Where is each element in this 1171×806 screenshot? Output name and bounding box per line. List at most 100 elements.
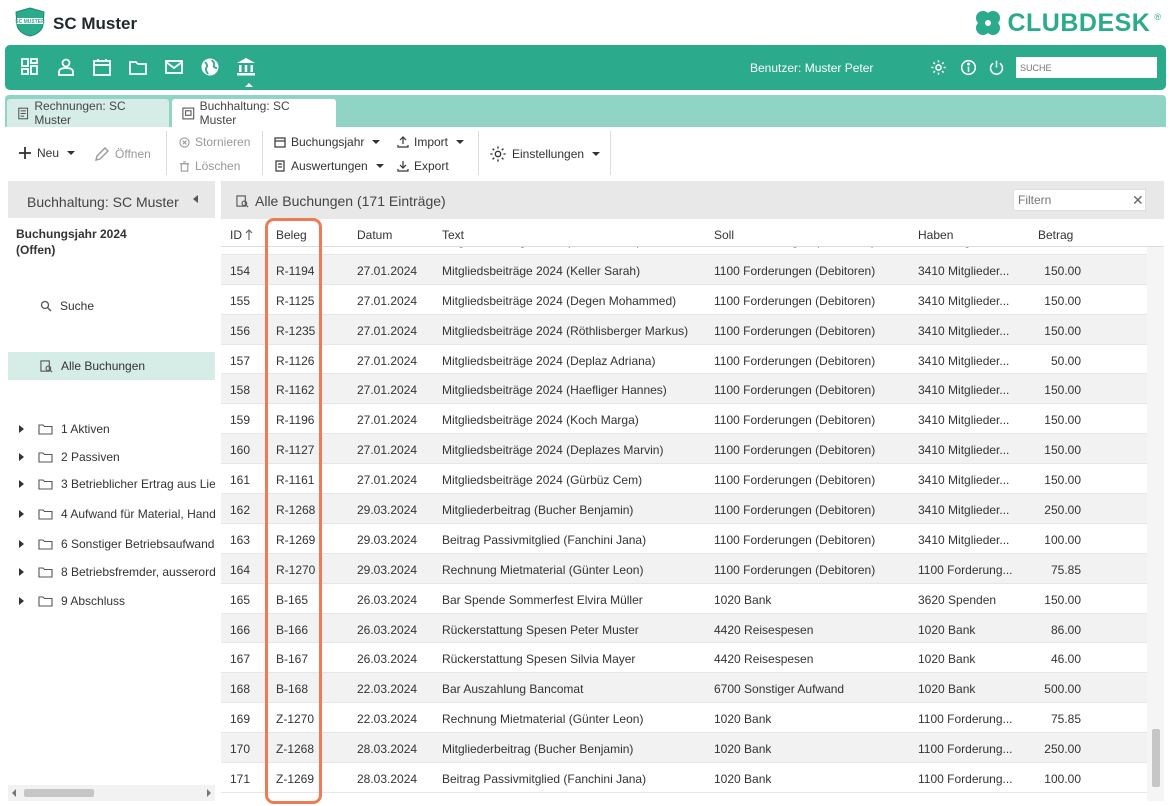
table-row[interactable]: 158 R-1162 27.01.2024 Mitgliedsbeiträge 202… [221,374,1147,405]
person-icon[interactable] [55,56,77,78]
cell-text: Mitgliedsbeiträge 2024 (Haefliger Hannes… [442,383,667,398]
export-button[interactable]: Export [397,159,449,173]
left-navigation-panel: Buchhaltung: SC Muster Buchungsjahr 2024… [8,181,215,801]
cell-haben: 3620 Spenden [918,592,997,607]
scroll-right-icon[interactable] [207,789,211,797]
trash-icon [179,160,190,172]
cell-text: Rückerstattung Spesen Peter Muster [442,622,639,637]
table-row[interactable]: 164 R-1270 29.03.2024 Rechnung Mietmaterial… [221,553,1147,584]
folder-icon[interactable] [127,56,149,78]
cell-soll: 1020 Bank [714,772,772,787]
dashboard-icon[interactable] [19,56,41,78]
cell-text: Mitgliederbeitrag (Bucher Benjamin) [442,503,634,518]
cell-haben: 1100 Forderung... [918,742,1013,757]
cell-text: Rechnung Mietmaterial (Günter Leon) [442,712,644,727]
cell-betrag: 75.85 [1050,562,1081,577]
table-row[interactable]: 160 R-1127 27.01.2024 Mitgliedsbeiträge 202… [221,434,1147,465]
gear-icon[interactable] [927,56,949,78]
sidebar-item-search[interactable]: Suche [8,292,215,320]
cell-soll: 6700 Sonstiger Aufwand [714,682,845,697]
grid-rows: 153 R-1160 27.01.2024 Mitgliedsbeiträge 202… [221,247,1147,793]
table-row[interactable]: 166 B-166 26.03.2024 Rückerstattung Spesen … [221,613,1147,644]
mail-icon[interactable] [163,56,185,78]
booking-year-button[interactable]: Buchungsjahr [274,135,381,149]
delete-button-label: Löschen [195,159,241,173]
folder-icon [38,566,53,578]
scrollbar-thumb[interactable] [24,789,94,797]
scrollbar-thumb[interactable] [1152,729,1160,787]
brand-name: CLUBDESK [1007,8,1151,37]
filter-input[interactable] [1013,189,1146,211]
column-header-id[interactable]: ID [230,228,253,242]
table-row[interactable]: 159 R-1196 27.01.2024 Mitgliedsbeiträge 202… [221,404,1147,435]
column-header-haben[interactable]: Haben [918,228,953,242]
grid-vertical-scrollbar[interactable] [1147,247,1164,801]
column-header-text[interactable]: Text [442,228,464,242]
table-row[interactable]: 168 B-168 22.03.2024 Bar Auszahlung Bancoma… [221,673,1147,704]
open-button[interactable]: Öffnen [94,146,151,162]
bank-icon[interactable] [235,56,257,78]
table-row[interactable]: 161 R-1161 27.01.2024 Mitgliedsbeiträge 202… [221,464,1147,495]
table-row[interactable]: 167 B-167 26.03.2024 Rückerstattung Spesen … [221,643,1147,674]
column-header-beleg[interactable]: Beleg [276,228,307,242]
delete-button[interactable]: Löschen [179,159,240,173]
settings-button[interactable]: Einstellungen [489,145,601,163]
left-horizontal-scrollbar[interactable] [8,785,215,801]
table-row[interactable]: 156 R-1235 27.01.2024 Mitgliedsbeiträge 202… [221,314,1147,345]
tree-item-account-group[interactable]: 2 Passiven [8,446,215,468]
cell-id: 167 [230,652,251,667]
sort-ascending-icon [245,229,253,240]
tree-item-account-group[interactable]: 9 Abschluss [8,590,215,612]
table-row[interactable]: 171 Z-1269 28.03.2024 Beitrag Passivmitglie… [221,763,1147,793]
ledger-icon [182,107,195,119]
power-icon[interactable] [985,56,1007,78]
table-row[interactable]: 165 B-165 26.03.2024 Bar Spende Sommerfest … [221,584,1147,614]
cell-beleg: R-1126 [276,353,315,368]
tab-rechnungen[interactable]: Rechnungen: SC Muster [7,99,169,127]
global-search-input[interactable] [1016,57,1157,78]
globe-icon[interactable] [199,56,221,78]
column-header-datum[interactable]: Datum [357,228,392,242]
column-header-soll[interactable]: Soll [714,228,734,242]
tree-item-account-group[interactable]: 1 Aktiven [8,418,215,440]
expand-arrow-icon[interactable] [19,425,24,433]
calendar-icon[interactable] [91,56,113,78]
scroll-left-icon[interactable] [12,789,16,797]
chevron-down-icon [456,140,465,144]
expand-arrow-icon[interactable] [19,568,24,576]
expand-arrow-icon[interactable] [19,480,24,488]
import-button[interactable]: Import [397,135,465,149]
tree-item-account-group[interactable]: 6 Sonstiger Betriebsaufwand [8,533,215,555]
table-row[interactable]: 153 R-1160 27.01.2024 Mitgliedsbeiträge 202… [221,247,1147,255]
cell-beleg: Z-1270 [276,712,315,727]
collapse-left-icon[interactable] [193,195,198,203]
table-row[interactable]: 163 R-1269 29.03.2024 Beitrag Passivmitglie… [221,524,1147,554]
clear-filter-icon[interactable]: ✕ [1132,193,1144,207]
open-button-label: Öffnen [115,147,151,161]
sidebar-item-all-bookings[interactable]: Alle Buchungen [8,352,215,380]
tab-buchhaltung[interactable]: Buchhaltung: SC Muster [172,99,336,127]
column-header-betrag[interactable]: Betrag [1038,228,1073,242]
table-row[interactable]: 169 Z-1270 22.03.2024 Rechnung Mietmaterial… [221,703,1147,734]
cancel-booking-button[interactable]: Stornieren [179,135,250,149]
new-button[interactable]: Neu [18,146,76,160]
table-row[interactable]: 157 R-1126 27.01.2024 Mitgliedsbeiträge 202… [221,345,1147,375]
table-row[interactable]: 162 R-1268 29.03.2024 Mitgliederbeitrag (Bu… [221,494,1147,524]
table-row[interactable]: 155 R-1125 27.01.2024 Mitgliedsbeiträge 202… [221,285,1147,315]
cell-haben: 1100 Forderung... [918,562,1013,577]
reports-button[interactable]: Auswertungen [274,159,384,173]
expand-arrow-icon[interactable] [19,453,24,461]
info-icon[interactable] [957,56,979,78]
tree-item-account-group[interactable]: 4 Aufwand für Material, Handelswaren [8,503,215,525]
cell-haben: 1100 Forderung... [918,772,1013,787]
tree-item-account-group[interactable]: 8 Betriebsfremder, ausserordentlicher [8,561,215,583]
cell-beleg: R-1269 [276,532,316,547]
cell-haben: 3410 Mitglieder... [918,293,1010,308]
cell-text: Bar Spende Sommerfest Elvira Müller [442,592,643,607]
expand-arrow-icon[interactable] [19,540,24,548]
tree-item-account-group[interactable]: 3 Betrieblicher Ertrag aus Lieferungen [8,473,215,495]
table-row[interactable]: 170 Z-1268 28.03.2024 Mitgliederbeitrag (Bu… [221,733,1147,764]
expand-arrow-icon[interactable] [19,597,24,605]
table-row[interactable]: 154 R-1194 27.01.2024 Mitgliedsbeiträge 202… [221,254,1147,285]
expand-arrow-icon[interactable] [19,510,24,518]
